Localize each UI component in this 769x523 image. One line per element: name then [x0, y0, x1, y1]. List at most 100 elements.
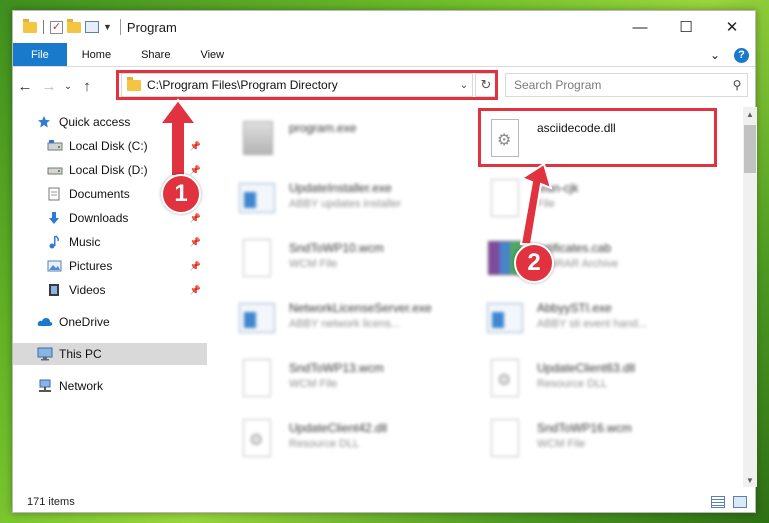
videos-icon	[47, 283, 63, 297]
computer-icon	[37, 347, 53, 361]
star-icon	[37, 115, 53, 129]
title-bar: ✓ ▼ Program — ☐ ✕	[13, 11, 755, 43]
window-controls: — ☐ ✕	[617, 11, 755, 43]
minimize-button[interactable]: —	[617, 11, 663, 43]
file-description: ABBY network licens...	[289, 318, 401, 330]
customize-toolbar-chevron-icon[interactable]: ▼	[103, 22, 112, 32]
sidebar-item-this-pc[interactable]: This PC	[13, 343, 207, 365]
view-switcher	[711, 496, 747, 508]
maximize-button[interactable]: ☐	[663, 11, 709, 43]
file-description: WCM File	[537, 438, 586, 450]
list-item[interactable]: program.exe	[237, 117, 477, 165]
list-item[interactable]: SndToWP10.wcm WCM File	[237, 237, 477, 285]
properties-icon[interactable]	[85, 21, 99, 33]
list-item[interactable]: UpdateInstaller.exe ABBY updates installe…	[237, 177, 477, 225]
file-icon	[237, 357, 277, 401]
file-name: lean-cjk	[537, 181, 579, 195]
recent-locations-chevron-icon[interactable]: ⌄	[61, 81, 75, 92]
tab-home[interactable]: Home	[67, 43, 126, 66]
list-item[interactable]: SndToWP16.wcm WCM File	[485, 417, 725, 465]
list-item[interactable]: UpdateClient63.dll Resource DLL	[485, 357, 725, 405]
scroll-thumb[interactable]	[744, 125, 756, 173]
dll-icon	[237, 417, 277, 461]
expand-ribbon-chevron-icon[interactable]: ⌄	[710, 48, 720, 62]
file-name: SndToWP10.wcm	[289, 241, 384, 255]
forward-button[interactable]: →	[37, 78, 61, 95]
address-path[interactable]: C:\Program Files\Program Directory	[147, 78, 456, 92]
file-description: ABBY updates installer	[289, 198, 402, 210]
file-description: Resource DLL	[289, 438, 360, 450]
file-description: Resource DLL	[537, 378, 608, 390]
search-box[interactable]: ⚲	[505, 73, 748, 97]
list-item[interactable]: asciidecode.dll	[485, 117, 725, 165]
large-icons-view-icon[interactable]	[733, 496, 747, 508]
sidebar-item-quick-access[interactable]: Quick access	[37, 111, 207, 133]
drive-icon	[47, 163, 63, 177]
sidebar-item-onedrive[interactable]: OneDrive	[37, 311, 207, 333]
quick-access-toolbar: ✓ ▼	[23, 18, 112, 34]
list-item[interactable]: SndToWP13.wcm WCM File	[237, 357, 477, 405]
close-button[interactable]: ✕	[709, 11, 755, 43]
sidebar-item-label: Documents	[69, 187, 130, 201]
scroll-up-arrow-icon[interactable]: ▲	[743, 107, 757, 121]
callout-badge-2: 2	[514, 243, 554, 283]
navigation-pane: Quick access Local Disk (C:) 📌 Local Dis…	[13, 107, 209, 487]
file-list: program.exe asciidecode.dll UpdateInstal…	[209, 107, 743, 487]
pin-icon[interactable]: 📌	[190, 285, 201, 296]
help-icon[interactable]: ?	[734, 47, 749, 63]
pin-icon[interactable]: 📌	[190, 261, 201, 272]
pin-icon[interactable]: 📌	[190, 237, 201, 248]
up-button[interactable]: ↑	[75, 78, 99, 95]
refresh-button[interactable]: ↻	[475, 73, 497, 97]
file-icon	[237, 237, 277, 281]
address-bar[interactable]: C:\Program Files\Program Directory ⌄	[121, 73, 473, 97]
sidebar-item-videos[interactable]: Videos 📌	[47, 279, 207, 301]
explorer-window: ✓ ▼ Program — ☐ ✕ File Home Share View ⌄…	[12, 10, 757, 513]
back-button[interactable]: ←	[13, 78, 37, 95]
pictures-icon	[47, 259, 63, 273]
tab-share[interactable]: Share	[126, 43, 185, 66]
search-input[interactable]	[506, 78, 727, 92]
music-icon	[47, 235, 63, 249]
file-name: SndToWP16.wcm	[537, 421, 632, 435]
sidebar-item-label: Videos	[69, 283, 106, 297]
search-icon[interactable]: ⚲	[727, 78, 747, 92]
ribbon-tabs: File Home Share View ⌄ ?	[13, 43, 755, 67]
sidebar-item-local-disk-c[interactable]: Local Disk (C:) 📌	[47, 135, 207, 157]
scroll-down-arrow-icon[interactable]: ▼	[743, 473, 757, 487]
file-icon	[485, 177, 525, 221]
file-description: WCM File	[289, 378, 338, 390]
tab-view[interactable]: View	[185, 43, 239, 66]
sidebar-item-music[interactable]: Music 📌	[47, 231, 207, 253]
new-folder-icon[interactable]	[67, 18, 81, 33]
vertical-scrollbar[interactable]: ▲ ▼	[743, 107, 757, 487]
address-dropdown-chevron-icon[interactable]: ⌄	[456, 80, 472, 91]
details-view-icon[interactable]	[711, 496, 725, 508]
tab-file[interactable]: File	[13, 43, 67, 66]
file-name: program.exe	[289, 121, 357, 135]
file-name: UpdateClient63.dll	[537, 361, 636, 375]
sidebar-item-label: Pictures	[69, 259, 113, 273]
item-count: 171 items	[27, 496, 75, 508]
folder-icon	[127, 76, 141, 91]
sidebar-item-label: Downloads	[69, 211, 129, 225]
sidebar-item-network[interactable]: Network	[37, 375, 207, 397]
sidebar-item-label: OneDrive	[59, 315, 110, 329]
properties-check-icon[interactable]: ✓	[50, 20, 63, 34]
file-name: SndToWP13.wcm	[289, 361, 384, 375]
file-name: UpdateInstaller.exe	[289, 181, 392, 195]
toolbar-divider	[43, 20, 44, 34]
file-icon	[485, 417, 525, 461]
pin-icon[interactable]: 📌	[190, 141, 201, 152]
list-item[interactable]: lean-cjk File	[485, 177, 725, 225]
list-item[interactable]: AbbyySTI.exe ABBY sti event hand...	[485, 297, 725, 345]
sidebar-item-label: Local Disk (D:)	[69, 163, 148, 177]
list-item[interactable]: UpdateClient42.dll Resource DLL	[237, 417, 477, 465]
pin-icon[interactable]: 📌	[190, 213, 201, 224]
documents-icon	[47, 187, 63, 201]
sidebar-item-pictures[interactable]: Pictures 📌	[47, 255, 207, 277]
pin-icon[interactable]: 📌	[190, 165, 201, 176]
list-item[interactable]: NetworkLicenseServer.exe ABBY network lic…	[237, 297, 477, 345]
downloads-icon	[47, 211, 63, 225]
network-icon	[37, 379, 53, 393]
